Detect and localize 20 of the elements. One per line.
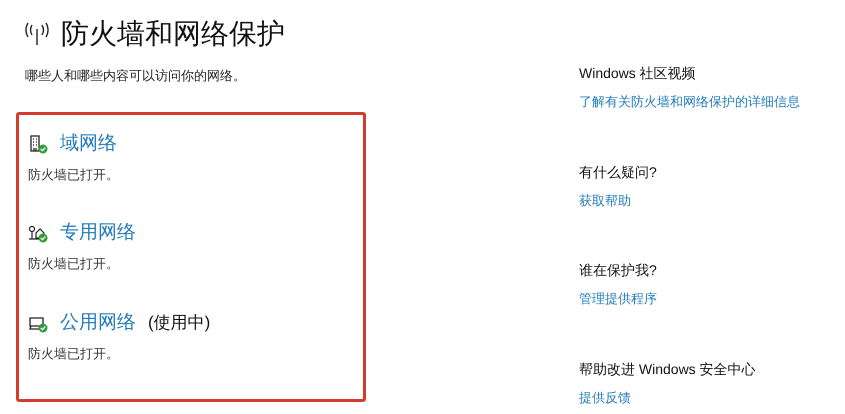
section-heading: Windows 社区视频: [579, 64, 697, 83]
building-shield-icon: [28, 134, 48, 154]
help-link[interactable]: 管理提供程序: [579, 289, 800, 308]
network-link[interactable]: 公用网络: [60, 310, 136, 336]
network-link[interactable]: 域网络: [60, 130, 117, 156]
help-link[interactable]: 了解有关防火墙和网络保护的详细信息: [579, 92, 800, 112]
house-shield-icon: [28, 223, 48, 243]
page-subtitle: 哪些人和哪些内容可以访问你的网络。: [25, 67, 247, 85]
firewall-status: 防火墙已打开。: [28, 166, 120, 184]
section-heading: 有什么疑问?: [579, 162, 658, 182]
page-title: 防火墙和网络保护: [61, 17, 285, 51]
network-note: (使用中): [148, 312, 210, 334]
help-link[interactable]: 获取帮助: [579, 190, 800, 210]
section-heading: 帮助改进 Windows 安全中心: [579, 360, 757, 378]
firewall-status: 防火墙已打开。: [28, 344, 120, 362]
section-heading: 谁在保护我?: [579, 261, 658, 280]
antenna-icon: [25, 21, 49, 47]
firewall-status: 防火墙已打开。: [28, 255, 120, 273]
network-link[interactable]: 专用网络: [60, 220, 136, 246]
help-link[interactable]: 提供反馈: [579, 388, 800, 407]
